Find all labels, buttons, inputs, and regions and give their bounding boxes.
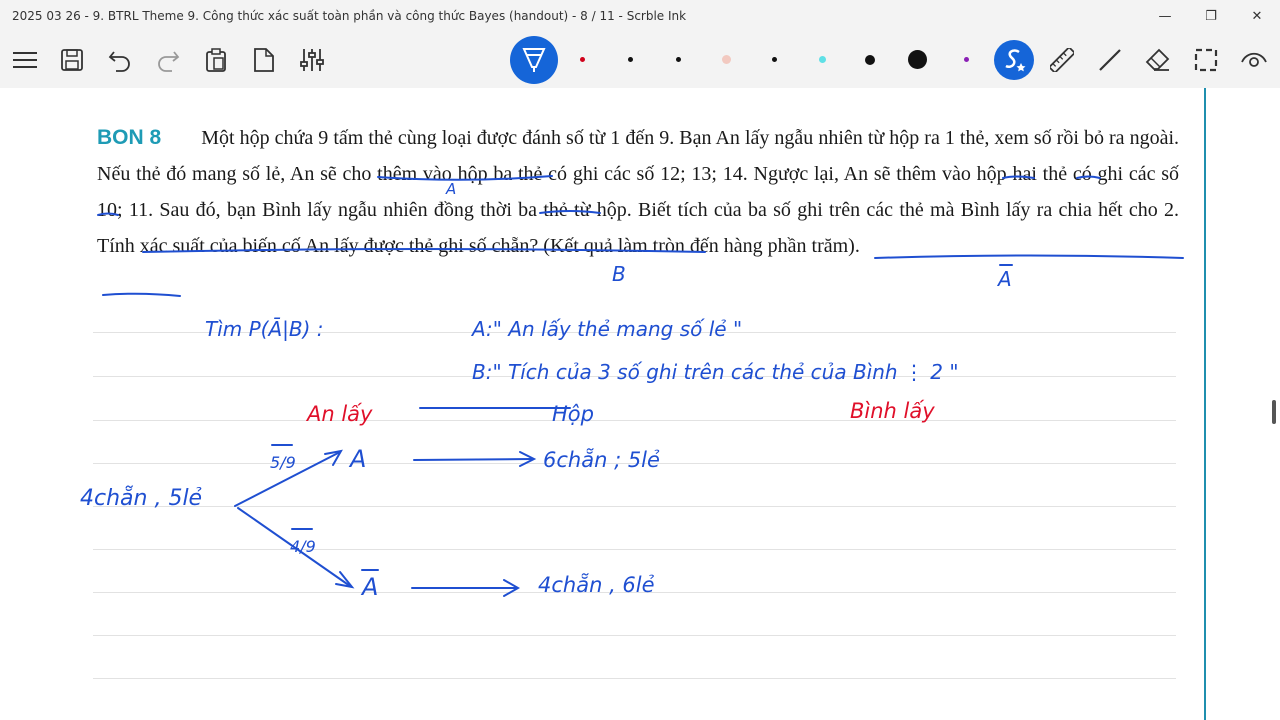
clipboard-icon[interactable]	[196, 40, 236, 80]
node-a: A	[348, 445, 366, 473]
pen-color-cyan[interactable]	[819, 56, 826, 63]
label-b: B	[612, 262, 626, 286]
restore-button[interactable]: ❐	[1188, 0, 1234, 32]
pen-color-purple[interactable]	[964, 57, 969, 62]
pen-color-black-4[interactable]	[865, 55, 875, 65]
find-expression: Tìm P(Ā|B) :	[205, 317, 324, 341]
arrow-a-result	[413, 458, 533, 461]
pen-color-pink[interactable]	[722, 55, 731, 64]
lasso-select-icon[interactable]	[1186, 40, 1226, 80]
underline-tich	[142, 248, 706, 253]
underline-14	[1076, 175, 1101, 179]
menu-icon[interactable]	[5, 40, 45, 80]
definition-a: A:" An lấy thẻ mang số lẻ "	[470, 317, 742, 341]
handwriting-layer: A B A Tìm P(Ā|B) : A:" An lấy thẻ mang s…	[80, 175, 1184, 601]
probability-abar: 4/9	[290, 537, 316, 556]
label-hop: Hộp	[552, 402, 594, 426]
underline-bien-co	[874, 254, 1184, 259]
ruler-icon[interactable]	[1042, 40, 1082, 80]
pen-color-black-1[interactable]	[628, 57, 633, 62]
label-binh-lay: Bình lấy	[850, 399, 935, 423]
undo-icon[interactable]	[100, 40, 140, 80]
probability-a: 5/9	[270, 453, 296, 472]
underline-12	[1002, 175, 1035, 179]
minimize-button[interactable]: —	[1142, 0, 1188, 32]
label-a: A	[445, 180, 456, 198]
line-tool-icon[interactable]	[1090, 40, 1130, 80]
start-node: 4chẵn , 5lẻ	[80, 485, 202, 511]
settings-sliders-icon[interactable]	[292, 40, 332, 80]
result-abar: 4chẵn , 6lẻ	[538, 572, 655, 597]
underline-lai	[97, 212, 119, 216]
pen-color-red[interactable]	[580, 57, 585, 62]
pen-color-black-2[interactable]	[676, 57, 681, 62]
toolbar	[0, 32, 1280, 88]
result-a: 6chẵn ; 5lẻ	[543, 447, 660, 472]
node-abar: A	[360, 573, 378, 601]
eraser-icon[interactable]	[1138, 40, 1178, 80]
redo-icon[interactable]	[148, 40, 188, 80]
definition-b: B:" Tích của 3 số ghi trên các thẻ của B…	[472, 360, 959, 384]
underline-so-chan	[102, 292, 181, 297]
scrollbar-thumb[interactable]	[1272, 400, 1276, 424]
underline-10-11	[539, 210, 601, 214]
label-abar: A	[996, 267, 1012, 291]
smart-ink-icon[interactable]	[994, 40, 1034, 80]
view-icon[interactable]	[1234, 40, 1274, 80]
branch-arrowhead-abar	[335, 571, 355, 589]
underline-so-le	[377, 175, 553, 181]
save-icon[interactable]	[52, 40, 92, 80]
new-page-icon[interactable]	[244, 40, 284, 80]
canvas[interactable]: BON 8 Một hộp chứa 9 tấm thẻ cùng loại đư…	[0, 88, 1280, 720]
pen-tool-icon[interactable]	[510, 36, 558, 84]
close-button[interactable]: ✕	[1234, 0, 1280, 32]
pen-color-black-3[interactable]	[772, 57, 777, 62]
window-title: 2025 03 26 - 9. BTRL Theme 9. Công thức …	[12, 9, 687, 23]
label-an-lay: An lấy	[305, 402, 373, 426]
pen-color-black-large[interactable]	[908, 50, 927, 69]
title-bar: 2025 03 26 - 9. BTRL Theme 9. Công thức …	[0, 0, 1280, 32]
